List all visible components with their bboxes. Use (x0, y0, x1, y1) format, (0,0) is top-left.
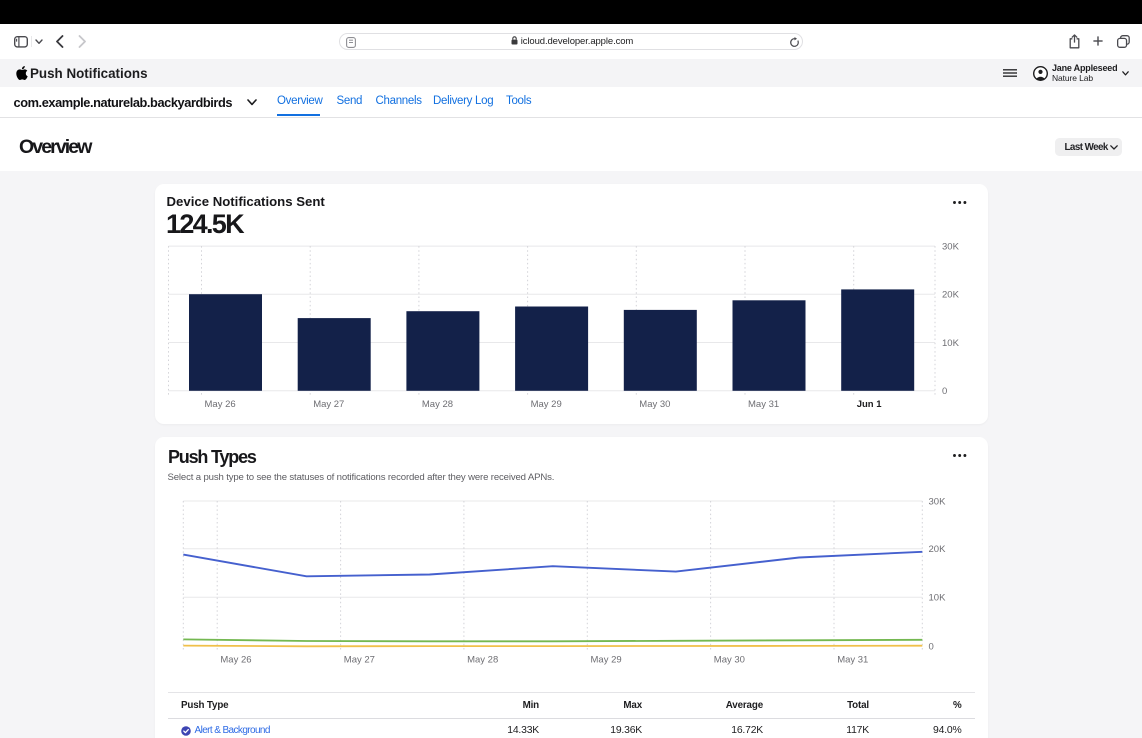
svg-text:0: 0 (942, 386, 947, 397)
svg-text:Jun 1: Jun 1 (856, 399, 882, 410)
svg-text:May 26: May 26 (204, 399, 235, 410)
svg-text:May 29: May 29 (530, 399, 561, 410)
svg-text:10K: 10K (942, 338, 960, 349)
svg-text:30K: 30K (942, 242, 960, 253)
svg-text:May 27: May 27 (313, 399, 344, 410)
svg-text:May 31: May 31 (748, 399, 779, 410)
svg-text:May 28: May 28 (421, 399, 452, 410)
svg-text:20K: 20K (942, 290, 960, 301)
svg-text:May 30: May 30 (639, 399, 670, 410)
